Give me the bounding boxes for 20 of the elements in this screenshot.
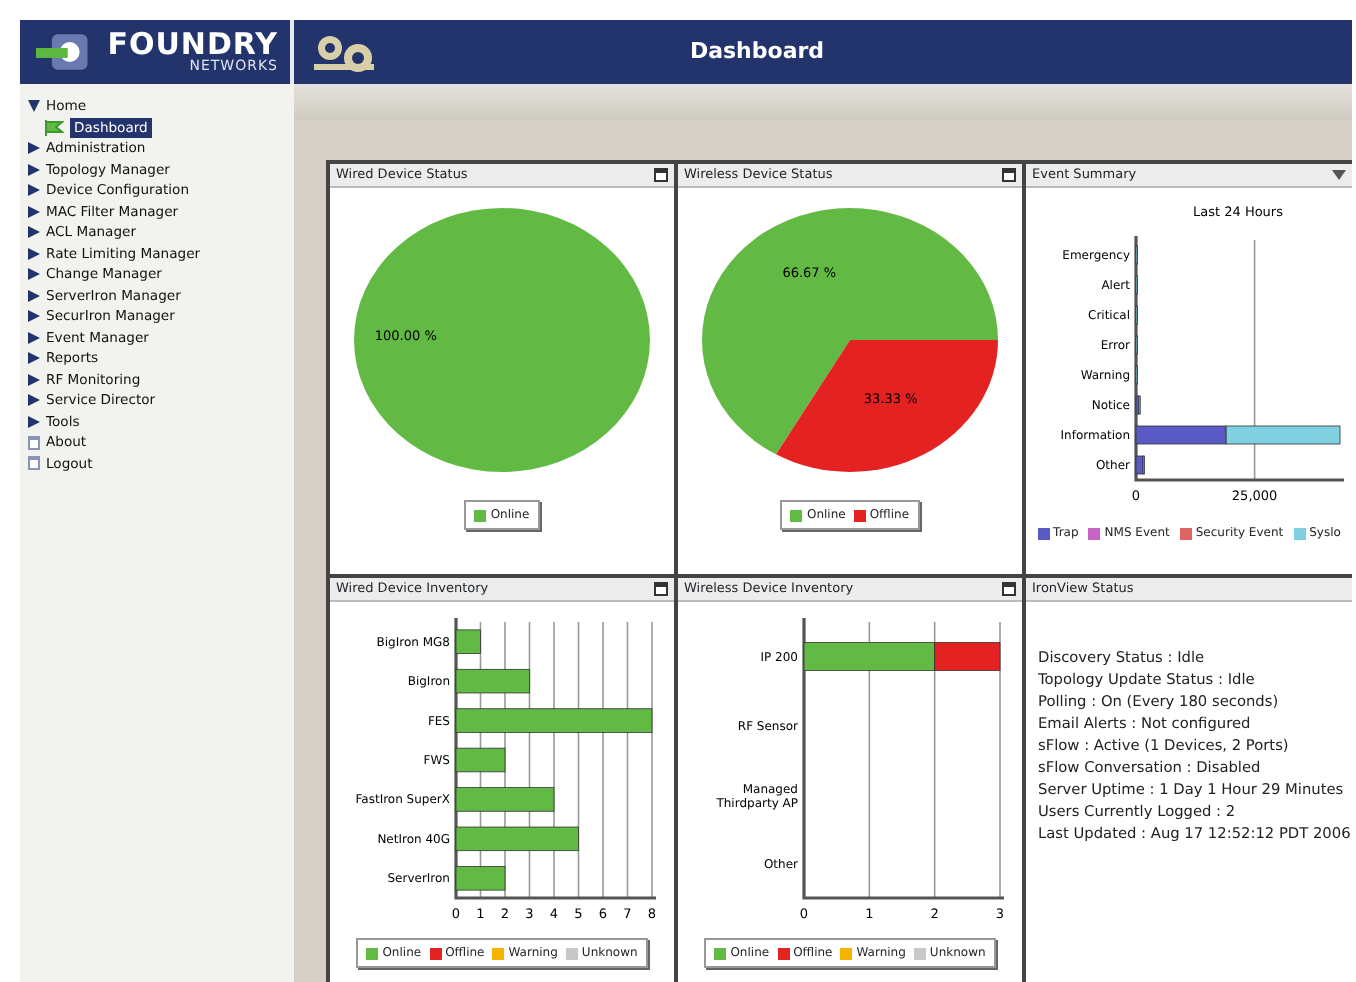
page-title: Dashboard: [687, 35, 827, 68]
bar: [455, 629, 481, 654]
maximize-icon[interactable]: [654, 168, 668, 182]
bar: [455, 866, 506, 891]
bar: [455, 668, 530, 694]
bar: [1134, 425, 1226, 445]
logo-text: FOUNDRY: [107, 30, 278, 60]
expanded-triangle-icon[interactable]: [28, 100, 40, 113]
gears-icon: [310, 30, 378, 74]
bar: [455, 787, 555, 812]
bar: [1224, 425, 1340, 445]
maximize-icon[interactable]: [654, 582, 668, 596]
flag-icon: [44, 119, 64, 136]
bar: [455, 826, 579, 852]
maximize-icon[interactable]: [1002, 582, 1016, 596]
bar: [455, 747, 506, 773]
page-icon: [28, 456, 40, 471]
dropdown-icon[interactable]: [1332, 170, 1346, 180]
page-icon: [28, 435, 40, 450]
maximize-icon[interactable]: [1002, 168, 1016, 182]
